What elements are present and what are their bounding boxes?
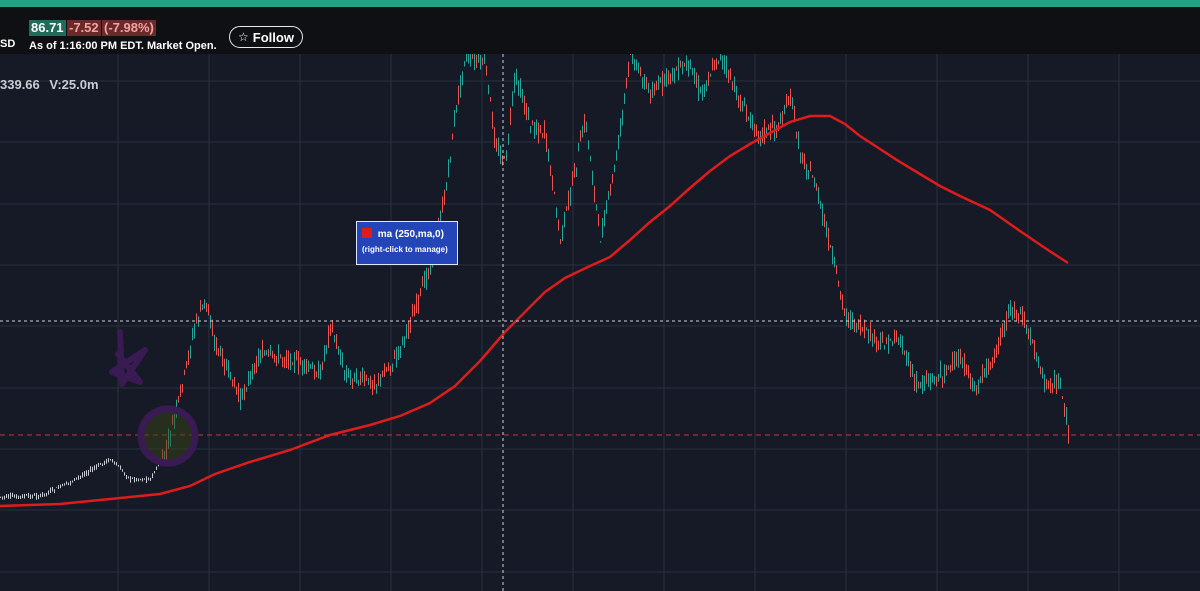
last-price: 86.71	[29, 20, 66, 36]
star-outline-icon: ☆	[238, 30, 249, 44]
indicator-hint: (right-click to manage)	[362, 245, 448, 254]
readout-volume: V:25.0m	[49, 77, 99, 92]
quote-header: SD 86.71 -7.52 (-7.98%) As of 1:16:00 PM…	[0, 7, 1200, 54]
price-change-percent: (-7.98%)	[102, 20, 156, 36]
follow-label: Follow	[252, 29, 294, 45]
price-chart[interactable]	[0, 54, 1200, 591]
top-accent-bar	[0, 0, 1200, 7]
ohlc-readout: 339.66 V:25.0m	[0, 77, 105, 92]
chart-grid	[0, 54, 1200, 591]
price-change: -7.52	[67, 20, 101, 36]
annotation-scribble	[109, 329, 148, 387]
follow-button[interactable]: ☆ Follow	[229, 26, 303, 48]
market-status: As of 1:16:00 PM EDT. Market Open.	[29, 40, 217, 52]
indicator-color-swatch	[362, 228, 372, 238]
chart-canvas[interactable]	[0, 54, 1200, 591]
indicator-title: ma (250,ma,0)	[377, 229, 444, 240]
indicator-tooltip[interactable]: ma (250,ma,0) (right-click to manage)	[356, 221, 458, 265]
annotation-circle	[137, 405, 199, 467]
readout-price: 339.66	[0, 77, 40, 92]
symbol-label: SD	[0, 38, 16, 50]
